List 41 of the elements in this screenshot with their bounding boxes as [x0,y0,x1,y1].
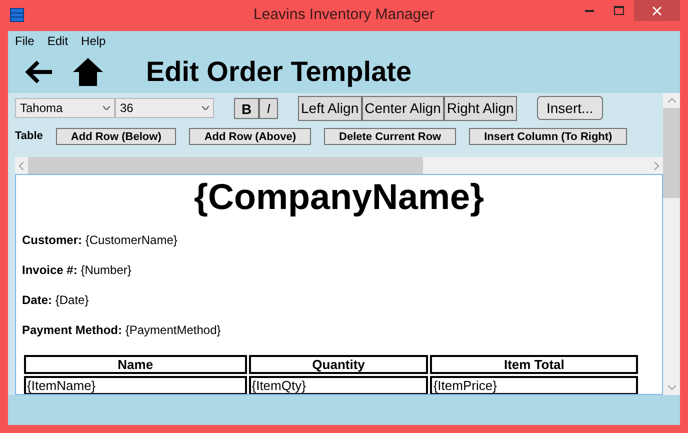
document-page[interactable]: {CompanyName} Customer: {CustomerName} Invoice #: {Number} Date: {Date} Payment Method: {PaymentMethod} Name Quantity Item Total {ItemName} {ItemQty} {ItemPrice} [15,174,663,395]
table-action-button[interactable]: Insert Column (To Right) [469,128,628,144]
align-button[interactable]: Right Align [444,96,517,120]
company-heading: {CompanyName} [192,175,486,219]
align-button[interactable]: Left Align [298,96,362,120]
size-dropdown[interactable]: 36 [115,98,214,118]
close-icon [652,6,662,16]
chevron-icon [202,106,209,110]
table-action-button[interactable]: Add Row (Below) [56,128,176,144]
close-button[interactable] [634,0,680,21]
home-icon[interactable] [72,57,104,87]
italic-button[interactable]: I [259,98,278,118]
field-line: Payment Method: {PaymentMethod} [22,322,222,339]
table-action-button[interactable]: Add Row (Above) [189,128,312,144]
minimize-icon [584,10,594,12]
window-title: Leavins Inventory Manager [254,5,434,26]
table-cell: {ItemQty} [248,376,428,394]
vertical-scrollbar[interactable] [663,93,680,395]
column-header: Item Total [430,355,638,374]
column-header: Quantity [248,355,428,374]
bold-button[interactable]: B [234,98,259,118]
maximize-icon [614,6,624,15]
field-line: Invoice #: {Number} [22,262,132,279]
horizontal-scrollbar[interactable] [15,157,663,174]
column-header: Name [24,355,247,374]
menu-item[interactable]: Help [81,32,106,50]
insert-button[interactable]: Insert... [536,96,603,120]
table-cell: {ItemPrice} [430,376,638,394]
font-dropdown[interactable]: Tahoma [15,98,115,118]
table-label: Table [15,128,43,144]
menu-item[interactable]: File [15,32,34,50]
app-icon [10,8,24,22]
field-line: Date: {Date} [22,292,90,309]
align-button[interactable]: Center Align [362,96,444,120]
table-action-button[interactable]: Delete Current Row [324,128,456,144]
chevron-icon [103,106,110,110]
back-arrow-icon[interactable] [24,59,54,85]
field-line: Customer: {CustomerName} [22,232,178,249]
table-cell: {ItemName} [24,376,247,394]
menu-item[interactable]: Edit [47,32,68,50]
page-title: Edit Order Template [146,55,412,89]
